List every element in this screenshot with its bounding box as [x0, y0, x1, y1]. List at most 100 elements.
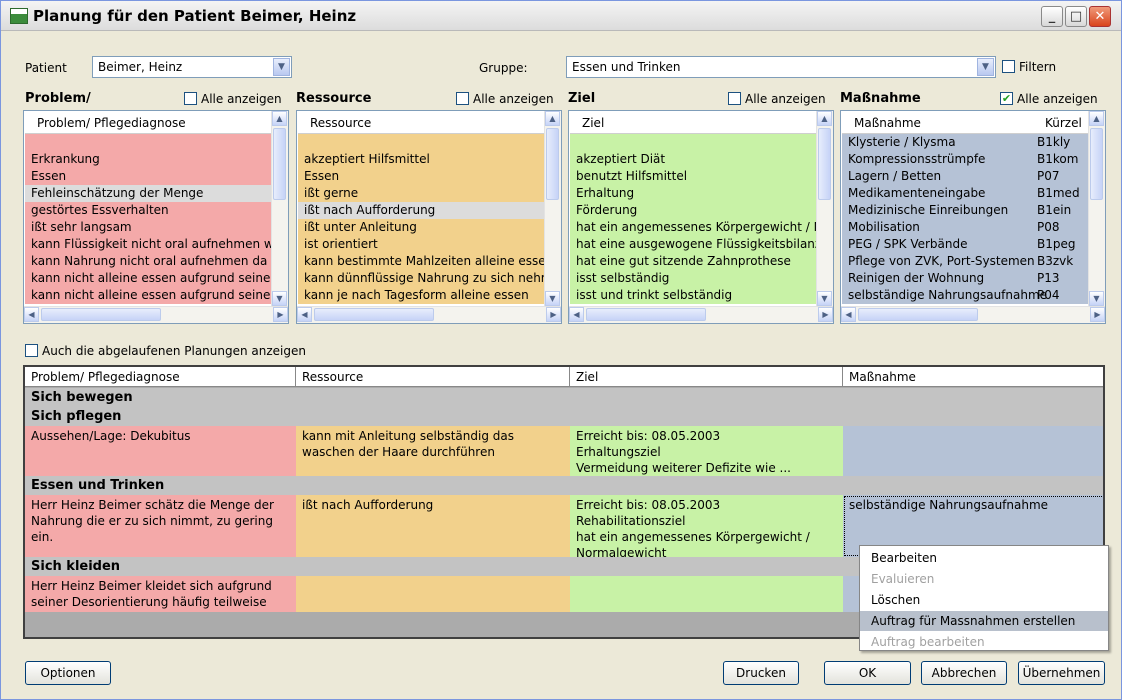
scroll-down-icon[interactable]: ▼: [545, 291, 560, 306]
uebernehmen-button[interactable]: Übernehmen: [1018, 661, 1105, 685]
ziel-show-all-checkbox[interactable]: [728, 92, 741, 105]
grid-col-ressource[interactable]: Ressource: [296, 367, 570, 387]
scroll-right-icon[interactable]: ▶: [1090, 307, 1105, 322]
grid-col-problem[interactable]: Problem/ Pflegediagnose: [25, 367, 296, 387]
horizontal-scrollbar[interactable]: ◀ ▶: [841, 306, 1105, 323]
list-item[interactable]: kann Nahrung nicht oral aufnehmen da: [25, 253, 272, 270]
scroll-down-icon[interactable]: ▼: [1089, 291, 1104, 306]
vertical-scrollbar[interactable]: ▲ ▼: [544, 111, 561, 306]
list-item[interactable]: ist orientiert: [298, 236, 545, 253]
list-item[interactable]: ißt nach Aufforderung: [298, 202, 545, 219]
expired-checkbox[interactable]: [25, 344, 38, 357]
scroll-up-icon[interactable]: ▲: [817, 111, 832, 126]
menu-item-bearbeiten[interactable]: Bearbeiten: [860, 548, 1108, 568]
massnahme-listbox[interactable]: Maßnahme Kürzel Klysterie / Klysma B1kly Kom…: [840, 110, 1106, 324]
scroll-thumb[interactable]: [546, 128, 559, 200]
grid-cell-problem[interactable]: Herr Heinz Beimer schätz die Menge der N…: [25, 495, 296, 557]
grid-cell-problem[interactable]: Herr Heinz Beimer kleidet sich aufgrund …: [25, 576, 296, 612]
horizontal-scrollbar[interactable]: ◀ ▶: [24, 306, 288, 323]
grid-cell-ziel[interactable]: Erreicht bis: 08.05.2003 Rehabilitations…: [570, 495, 843, 557]
list-item[interactable]: [25, 134, 272, 151]
list-item[interactable]: ißt gerne: [298, 185, 545, 202]
list-item[interactable]: Medikamenteneingabe B1med: [842, 185, 1089, 202]
horizontal-scrollbar[interactable]: ◀ ▶: [297, 306, 561, 323]
gruppe-combobox[interactable]: Essen und Trinken ▼: [566, 56, 996, 78]
grid-cell-ressource[interactable]: [296, 576, 570, 612]
list-item[interactable]: kann nicht alleine essen aufgrund seiner: [25, 270, 272, 287]
grid-col-ziel[interactable]: Ziel: [570, 367, 843, 387]
list-item[interactable]: kann bestimmte Mahlzeiten alleine essen: [298, 253, 545, 270]
menu-item-auftrag-bearbeiten[interactable]: Auftrag bearbeiten: [860, 632, 1108, 652]
grid-cell-massnahme[interactable]: [843, 426, 1103, 476]
list-item[interactable]: Medizinische Einreibungen B1ein: [842, 202, 1089, 219]
list-item[interactable]: akzeptiert Diät: [570, 151, 817, 168]
ressource-list-header[interactable]: Ressource: [298, 112, 545, 134]
scroll-thumb[interactable]: [314, 308, 434, 321]
grid-cell-ziel[interactable]: Erreicht bis: 08.05.2003 Erhaltungsziel …: [570, 426, 843, 476]
ziel-listbox[interactable]: Ziel akzeptiert Diät benutzt Hilfsmittel Er…: [568, 110, 834, 324]
grid-cell-ressource[interactable]: kann mit Anleitung selbständig das wasch…: [296, 426, 570, 476]
group-row[interactable]: Sich bewegen: [25, 388, 1103, 407]
chevron-down-icon[interactable]: ▼: [273, 58, 290, 76]
vertical-scrollbar[interactable]: ▲ ▼: [1088, 111, 1105, 306]
list-item[interactable]: Klysterie / Klysma B1kly: [842, 134, 1089, 151]
scroll-up-icon[interactable]: ▲: [1089, 111, 1104, 126]
vertical-scrollbar[interactable]: ▲ ▼: [816, 111, 833, 306]
list-item[interactable]: Erkrankung: [25, 151, 272, 168]
list-item[interactable]: Förderung: [570, 202, 817, 219]
list-item[interactable]: isst und trinkt selbständig: [570, 287, 817, 304]
scroll-thumb[interactable]: [41, 308, 161, 321]
maximize-icon[interactable]: □: [1065, 6, 1087, 27]
list-item[interactable]: ißt unter Anleitung: [298, 219, 545, 236]
problem-list-header[interactable]: Problem/ Pflegediagnose: [25, 112, 272, 134]
scroll-right-icon[interactable]: ▶: [273, 307, 288, 322]
list-item[interactable]: ißt sehr langsam: [25, 219, 272, 236]
list-item[interactable]: kann dünnflüssige Nahrung zu sich nehme: [298, 270, 545, 287]
grid-cell-ressource[interactable]: ißt nach Aufforderung: [296, 495, 570, 557]
list-item[interactable]: Lagern / Betten P07: [842, 168, 1089, 185]
scroll-up-icon[interactable]: ▲: [272, 111, 287, 126]
grid-col-massnahme[interactable]: Maßnahme: [843, 367, 1103, 387]
list-item[interactable]: Pflege von ZVK, Port-Systemen B3zvk: [842, 253, 1089, 270]
list-item[interactable]: kann je nach Tagesform alleine essen: [298, 287, 545, 304]
menu-item-evaluieren[interactable]: Evaluieren: [860, 569, 1108, 589]
scroll-left-icon[interactable]: ◀: [297, 307, 312, 322]
ziel-list-header[interactable]: Ziel: [570, 112, 817, 134]
list-item[interactable]: Essen: [25, 168, 272, 185]
optionen-button[interactable]: Optionen: [25, 661, 111, 685]
list-item[interactable]: hat eine gut sitzende Zahnprothese: [570, 253, 817, 270]
scroll-thumb[interactable]: [586, 308, 706, 321]
list-item[interactable]: hat eine ausgewogene Flüssigkeitsbilanz: [570, 236, 817, 253]
massnahme-list-header-2[interactable]: Kürzel: [1045, 112, 1082, 134]
list-item[interactable]: kann Flüssigkeit nicht oral aufnehmen we…: [25, 236, 272, 253]
list-item[interactable]: Mobilisation P08: [842, 219, 1089, 236]
filtern-checkbox[interactable]: [1002, 60, 1015, 73]
list-item[interactable]: gestörtes Essverhalten: [25, 202, 272, 219]
scroll-left-icon[interactable]: ◀: [841, 307, 856, 322]
scroll-thumb[interactable]: [1090, 128, 1103, 200]
list-item[interactable]: isst selbständig: [570, 270, 817, 287]
list-item[interactable]: benutzt Hilfsmittel: [570, 168, 817, 185]
abbrechen-button[interactable]: Abbrechen: [921, 661, 1007, 685]
list-item[interactable]: selbständige Nahrungsaufnahme P04: [842, 287, 1089, 304]
ressource-listbox[interactable]: Ressource akzeptiert Hilfsmittel Essen ißt …: [296, 110, 562, 324]
scroll-right-icon[interactable]: ▶: [546, 307, 561, 322]
scroll-thumb[interactable]: [818, 128, 831, 200]
chevron-down-icon[interactable]: ▼: [977, 58, 994, 76]
list-item[interactable]: Kompressionsstrümpfe B1kom: [842, 151, 1089, 168]
grid-cell-problem[interactable]: Aussehen/Lage: Dekubitus: [25, 426, 296, 476]
scroll-thumb[interactable]: [858, 308, 978, 321]
grid-cell-ziel[interactable]: [570, 576, 843, 612]
list-item[interactable]: PEG / SPK Verbände B1peg: [842, 236, 1089, 253]
problem-show-all-checkbox[interactable]: [184, 92, 197, 105]
group-row[interactable]: Sich pflegen: [25, 407, 1103, 426]
list-item[interactable]: hat ein angemessenes Körpergewicht / No: [570, 219, 817, 236]
scroll-up-icon[interactable]: ▲: [545, 111, 560, 126]
scroll-down-icon[interactable]: ▼: [817, 291, 832, 306]
list-item[interactable]: kann nicht alleine essen aufgrund seiner…: [25, 287, 272, 304]
ressource-show-all-checkbox[interactable]: [456, 92, 469, 105]
menu-item-auftrag-erstellen[interactable]: Auftrag für Massnahmen erstellen: [860, 611, 1108, 631]
list-item[interactable]: akzeptiert Hilfsmittel: [298, 151, 545, 168]
group-row[interactable]: Essen und Trinken: [25, 476, 1103, 495]
scroll-right-icon[interactable]: ▶: [818, 307, 833, 322]
